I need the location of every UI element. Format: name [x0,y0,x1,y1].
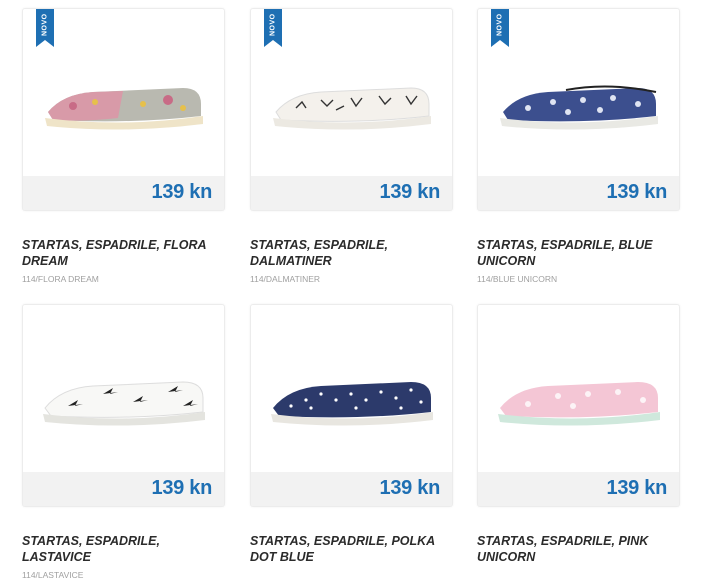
product-price: 139 kn [379,181,441,203]
product-image-box[interactable]: 139 kn [250,304,453,507]
product-card[interactable]: 139 kn STARTAS, ESPADRILE, POLKA DOT BLU… [250,304,477,565]
product-image-box[interactable]: NOVO 139 kn [477,8,680,211]
shoe-image-blue-unicorn [500,85,658,130]
product-title[interactable]: STARTAS, ESPADRILE, DALMATINER [250,237,460,269]
new-badge-label: NOVO [496,13,504,37]
product-title[interactable]: STARTAS, ESPADRILE, POLKA DOT BLUE [250,533,460,565]
product-price: 139 kn [151,181,213,203]
product-title[interactable]: STARTAS, ESPADRILE, PINK UNICORN [477,533,687,565]
product-sku: 114/LASTAVICE [22,570,84,580]
new-badge-label: NOVO [41,13,49,37]
product-card[interactable]: NOVO 139 kn STARTAS, ESPADRILE, DALMATIN… [250,8,477,284]
shoe-image-lastavice [43,381,205,426]
product-title[interactable]: STARTAS, ESPADRILE, FLORA DREAM [22,237,232,269]
product-image-box[interactable]: NOVO 139 kn [250,8,453,211]
product-card[interactable]: NOVO 139 kn STARTAS, ESPADRILE, BLUE UNI… [477,8,704,284]
product-title[interactable]: STARTAS, ESPADRILE, BLUE UNICORN [477,237,687,269]
shoe-image-flora-dream [45,88,203,130]
new-badge-label: NOVO [269,13,277,37]
product-title[interactable]: STARTAS, ESPADRILE, LASTAVICE [22,533,232,565]
product-price: 139 kn [606,477,668,499]
shoe-image-polka-dot-blue [271,382,433,426]
product-image-box[interactable]: 139 kn [477,304,680,507]
product-image-box[interactable]: NOVO 139 kn [22,8,225,211]
product-price: 139 kn [379,477,441,499]
product-price: 139 kn [151,477,213,499]
product-sku: 114/FLORA DREAM [22,274,99,284]
product-card[interactable]: NOVO 139 kn STARTAS, ESPADRILE, FLORA DR… [22,8,249,284]
product-card[interactable]: 139 kn STARTAS, ESPADRILE, PINK UNICORN [477,304,704,565]
shoe-image-dalmatiner [273,87,431,130]
shoe-image-pink-unicorn [498,382,660,426]
product-sku: 114/BLUE UNICORN [477,274,558,284]
product-card[interactable]: 139 kn STARTAS, ESPADRILE, LASTAVICE 114… [22,304,249,580]
product-image-box[interactable]: 139 kn [22,304,225,507]
product-price: 139 kn [606,181,668,203]
product-sku: 114/DALMATINER [250,274,321,284]
